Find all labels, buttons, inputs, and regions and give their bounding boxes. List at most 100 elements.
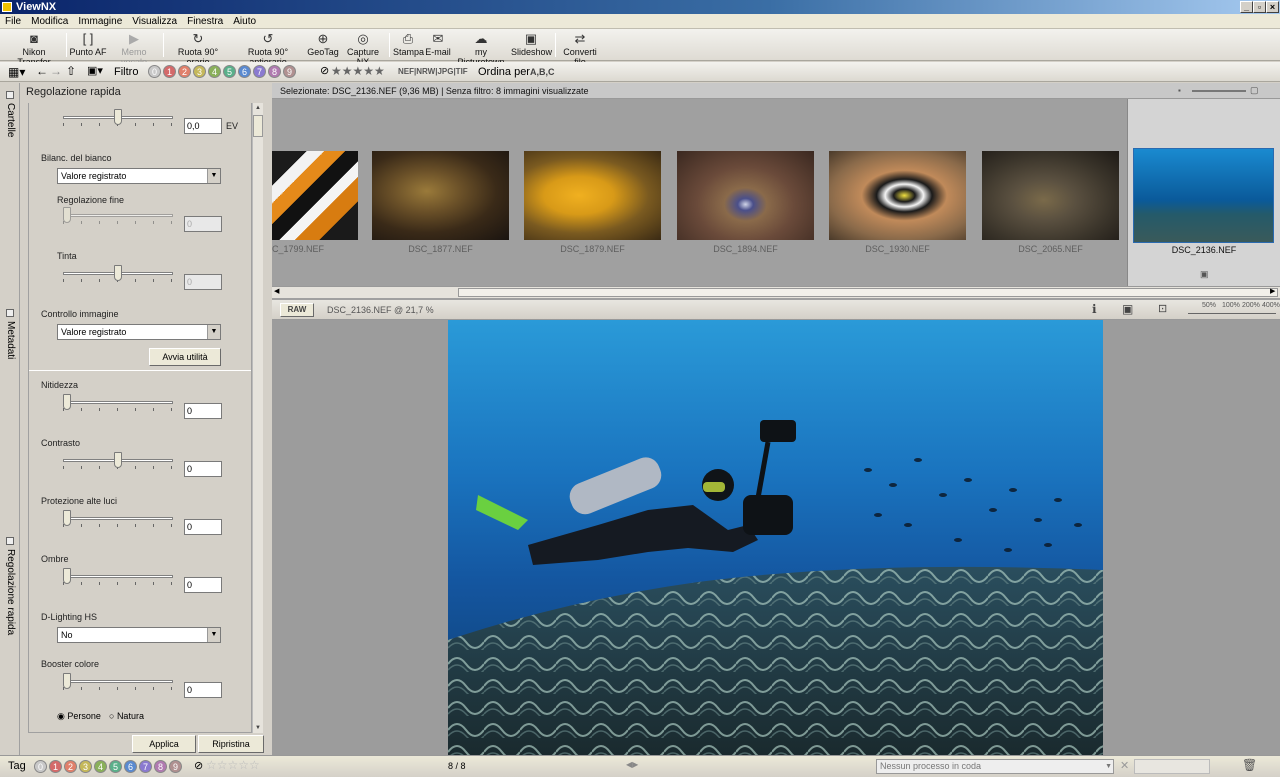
rotate-ccw-button[interactable]: ↺Ruota 90° antiorario	[231, 31, 305, 67]
menu-visualizza[interactable]: Visualizza	[127, 14, 182, 29]
fine-tune-value[interactable]: 0	[184, 216, 222, 232]
thumbnail-item[interactable]: C_1799.NEF	[272, 99, 358, 286]
dlighting-select[interactable]: No ▼	[57, 627, 221, 643]
raw-button[interactable]: RAW	[280, 303, 314, 317]
thumbnail-item[interactable]: DSC_1879.NEF	[524, 99, 661, 286]
scroll-down-icon[interactable]: ▼	[253, 723, 263, 733]
menu-file[interactable]: File	[0, 14, 26, 29]
white-balance-select[interactable]: Valore registrato ▼	[57, 168, 221, 184]
back-arrow-icon[interactable]: ←	[36, 64, 48, 78]
geotag-button[interactable]: ⊕ GeoTag	[306, 31, 340, 59]
exposure-value[interactable]: 0,0	[184, 118, 222, 134]
quick-adjust-scrollbar[interactable]: ▲ ▼	[252, 103, 263, 733]
label-filter-0[interactable]: 0	[148, 65, 161, 78]
contrast-value[interactable]: 0	[184, 461, 222, 477]
prev-image-icon[interactable]: ◀▶	[626, 760, 638, 769]
thumb-size-large-icon[interactable]: ▢	[1250, 85, 1259, 96]
thumbnail-scrollbar[interactable]: ◀ ▶	[272, 286, 1280, 298]
color-booster-value[interactable]: 0	[184, 682, 222, 698]
thumbnail-item[interactable]: DSC_1877.NEF	[372, 99, 509, 286]
exposure-thumb[interactable]	[114, 109, 122, 125]
menu-modifica[interactable]: Modifica	[26, 14, 73, 29]
sharpness-slider[interactable]	[63, 394, 173, 412]
contrast-slider[interactable]	[63, 452, 173, 470]
main-photo[interactable]	[448, 320, 1103, 755]
forward-arrow-icon[interactable]: →	[50, 64, 62, 78]
tag-label-0[interactable]: 0	[34, 760, 47, 773]
label-filter-7[interactable]: 7	[253, 65, 266, 78]
rating-filter[interactable]: ★★★★★	[331, 64, 385, 78]
close-button[interactable]: ×	[1266, 1, 1279, 13]
af-point-button[interactable]: [ ] Punto AF	[69, 31, 107, 59]
tab-cartelle[interactable]: Cartelle	[0, 89, 20, 189]
maximize-button[interactable]: ▫	[1253, 1, 1266, 13]
fine-tune-thumb[interactable]	[63, 207, 71, 223]
thumb-size-slider[interactable]	[1192, 90, 1246, 92]
menu-finestra[interactable]: Finestra	[182, 14, 228, 29]
nikon-transfer-button[interactable]: ◙Nikon Transfer	[5, 31, 63, 67]
shadows-thumb[interactable]	[63, 568, 71, 584]
selected-thumbnail[interactable]: DSC_2136.NEF ▣	[1127, 99, 1280, 286]
cancel-process-icon[interactable]: ✕	[1120, 759, 1129, 772]
no-rating-icon[interactable]: ⊘	[320, 64, 329, 77]
tag-label-6[interactable]: 6	[124, 760, 137, 773]
scroll-thumb[interactable]	[458, 288, 1278, 297]
my-picturetown-button[interactable]: ☁my Picturetown	[452, 31, 510, 67]
menu-aiuto[interactable]: Aiuto	[228, 14, 261, 29]
apply-button[interactable]: Applica	[132, 735, 196, 753]
histogram-icon[interactable]: ▣	[1122, 302, 1133, 316]
email-button[interactable]: ✉ E-mail	[425, 31, 451, 59]
label-filter-1[interactable]: 1	[163, 65, 176, 78]
label-filter-9[interactable]: 9	[283, 65, 296, 78]
menu-immagine[interactable]: Immagine	[73, 14, 127, 29]
folder-menu-icon[interactable]: ▣▾	[87, 64, 103, 77]
radio-nature[interactable]: ○ Natura	[109, 711, 144, 721]
up-folder-icon[interactable]: ⇧	[66, 64, 76, 78]
tint-slider[interactable]	[63, 265, 173, 283]
scroll-right-icon[interactable]: ▶	[1270, 287, 1275, 295]
scroll-up-icon[interactable]: ▲	[253, 103, 263, 113]
view-mode-icon[interactable]: ▦▾	[8, 65, 25, 79]
label-filter-2[interactable]: 2	[178, 65, 191, 78]
fit-screen-icon[interactable]: ⊡	[1158, 302, 1167, 315]
capture-nx-button[interactable]: ◎Capture NX	[341, 31, 385, 67]
thumb-size-small-icon[interactable]: ▪	[1178, 86, 1181, 95]
sharpness-thumb[interactable]	[63, 394, 71, 410]
tag-label-7[interactable]: 7	[139, 760, 152, 773]
sort-value[interactable]: A,B,C	[530, 67, 555, 77]
tag-label-8[interactable]: 8	[154, 760, 167, 773]
print-button[interactable]: ⎙ Stampa	[393, 31, 424, 59]
thumbnail-item[interactable]: DSC_2065.NEF	[982, 99, 1119, 286]
color-booster-slider[interactable]	[63, 673, 173, 691]
shadows-slider[interactable]	[63, 568, 173, 586]
rotate-cw-button[interactable]: ↻Ruota 90° orario	[166, 31, 230, 67]
tab-metadati[interactable]: Metadati	[0, 307, 20, 407]
no-rating-icon[interactable]: ⊘	[194, 759, 203, 772]
highlight-protection-slider[interactable]	[63, 510, 173, 528]
tint-thumb[interactable]	[114, 265, 122, 281]
tag-rating[interactable]: ☆☆☆☆☆	[206, 758, 260, 772]
trash-icon[interactable]: 🗑	[1242, 758, 1257, 772]
scroll-thumb[interactable]	[253, 115, 263, 137]
reset-button[interactable]: Ripristina	[198, 735, 264, 753]
thumbnail-item[interactable]: DSC_1894.NEF	[677, 99, 814, 286]
radio-people[interactable]: ◉ Persone	[57, 711, 101, 722]
minimize-button[interactable]: _	[1240, 1, 1253, 13]
tag-label-4[interactable]: 4	[94, 760, 107, 773]
tag-label-1[interactable]: 1	[49, 760, 62, 773]
tag-label-2[interactable]: 2	[64, 760, 77, 773]
shadows-value[interactable]: 0	[184, 577, 222, 593]
label-filter-3[interactable]: 3	[193, 65, 206, 78]
zoom-slider[interactable]	[1188, 313, 1276, 314]
tint-value[interactable]: 0	[184, 274, 222, 290]
tab-regolazione-rapida[interactable]: Regolazione rapida	[0, 535, 20, 655]
label-filter-4[interactable]: 4	[208, 65, 221, 78]
tag-label-9[interactable]: 9	[169, 760, 182, 773]
highlight-protection-value[interactable]: 0	[184, 519, 222, 535]
launch-utility-button[interactable]: Avvia utilità	[149, 348, 221, 366]
slideshow-button[interactable]: ▣ Slideshow	[511, 31, 552, 59]
voice-memo-button[interactable]: ▶Memo vocale	[109, 31, 159, 67]
thumbnail-item[interactable]: DSC_1930.NEF	[829, 99, 966, 286]
color-booster-thumb[interactable]	[63, 673, 71, 689]
format-filter[interactable]: NEF|NRW|JPG|TIF	[398, 67, 468, 76]
